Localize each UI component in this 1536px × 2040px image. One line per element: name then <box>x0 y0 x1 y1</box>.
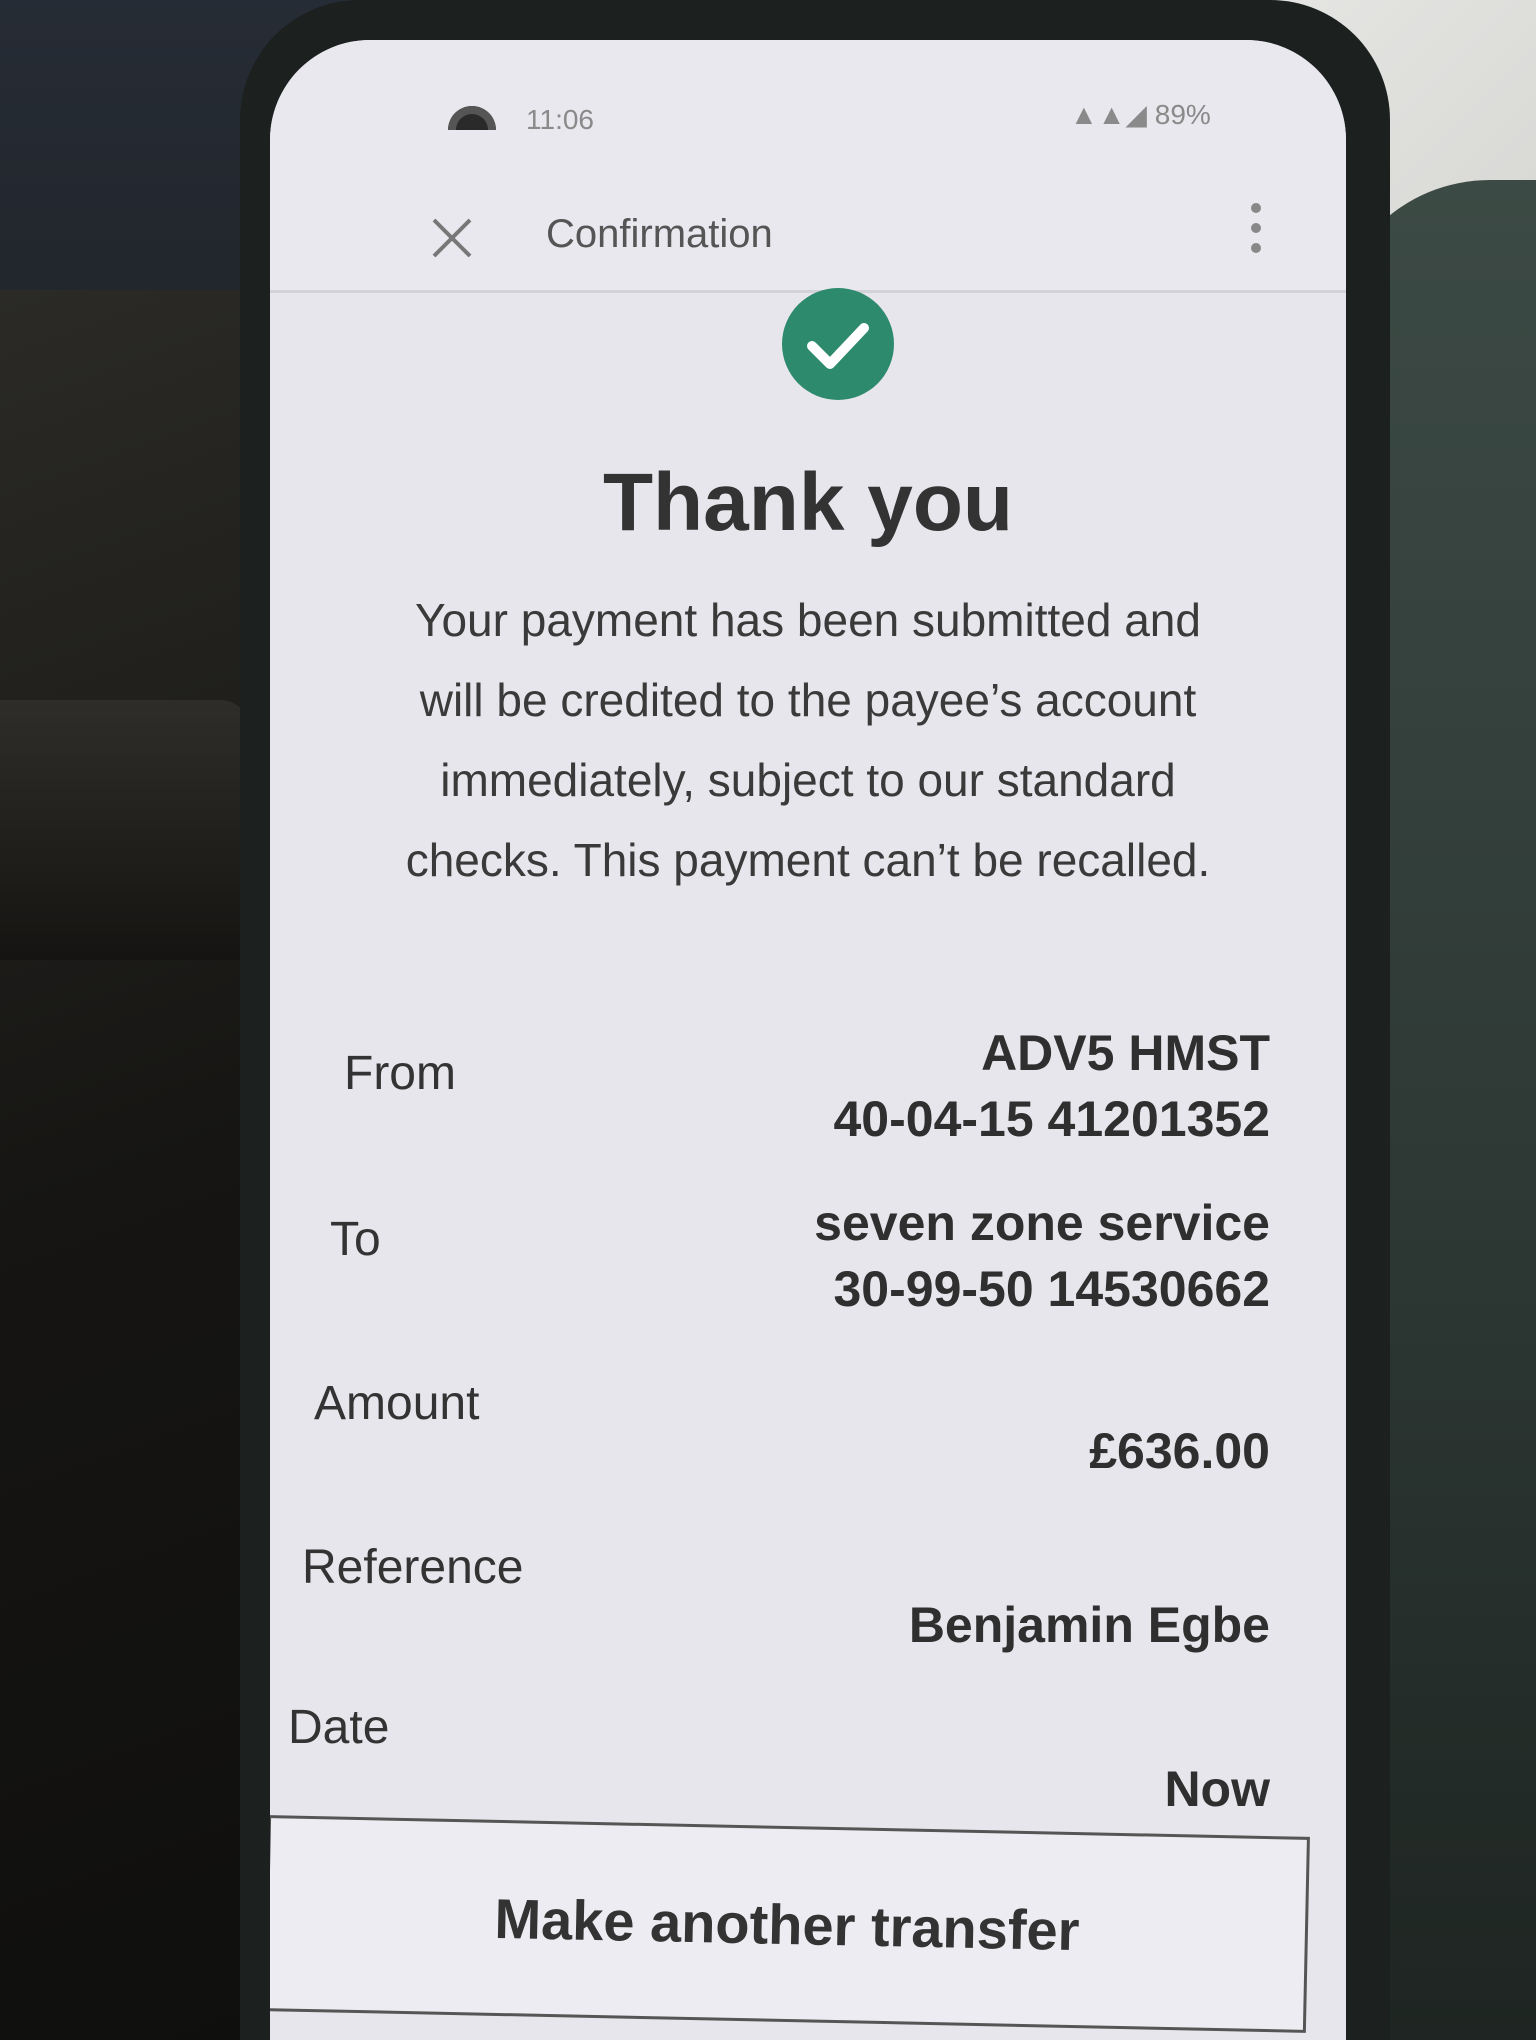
battery-level: 89% <box>1154 99 1211 130</box>
to-account-number: 30-99-50 14530662 <box>833 1261 1271 1317</box>
amount-value: £636.00 <box>1089 1423 1270 1479</box>
confirmation-message: Your payment has been submitted and will… <box>405 594 1211 886</box>
reference-value: Benjamin Egbe <box>908 1597 1270 1653</box>
date-label: Date <box>288 1701 390 1754</box>
from-account-name: ADV5 HMST <box>981 1025 1270 1081</box>
more-vertical-icon[interactable] <box>1248 200 1264 256</box>
phone-screen: 11:06 ▲▲◢ 89% Confirmation Thank you You… <box>270 40 1346 2040</box>
from-label: From <box>344 1047 456 1100</box>
close-icon[interactable] <box>430 216 474 260</box>
from-value: ADV5 HMST 40-04-15 41201352 <box>834 1020 1271 1152</box>
to-label: To <box>330 1213 381 1266</box>
amount-label: Amount <box>314 1377 480 1430</box>
status-bar: 11:06 ▲▲◢ 89% <box>270 40 1346 154</box>
signal-icon: ▲▲◢ <box>1070 99 1155 130</box>
app-bar: Confirmation <box>270 130 1346 293</box>
to-value: seven zone service 30-99-50 14530662 <box>814 1190 1270 1322</box>
status-icons: ▲▲◢ 89% <box>1070 98 1211 131</box>
make-another-transfer-button[interactable]: Make another transfer <box>270 1815 1310 2033</box>
from-account-number: 40-04-15 41201352 <box>833 1091 1271 1147</box>
thank-you-heading: Thank you <box>602 457 1014 548</box>
to-payee-name: seven zone service <box>814 1195 1270 1251</box>
check-circle-icon <box>782 288 894 400</box>
reference-label: Reference <box>302 1541 524 1594</box>
page-title: Confirmation <box>546 212 773 256</box>
date-value: Now <box>1164 1761 1270 1817</box>
wallet-pocket <box>0 700 250 960</box>
